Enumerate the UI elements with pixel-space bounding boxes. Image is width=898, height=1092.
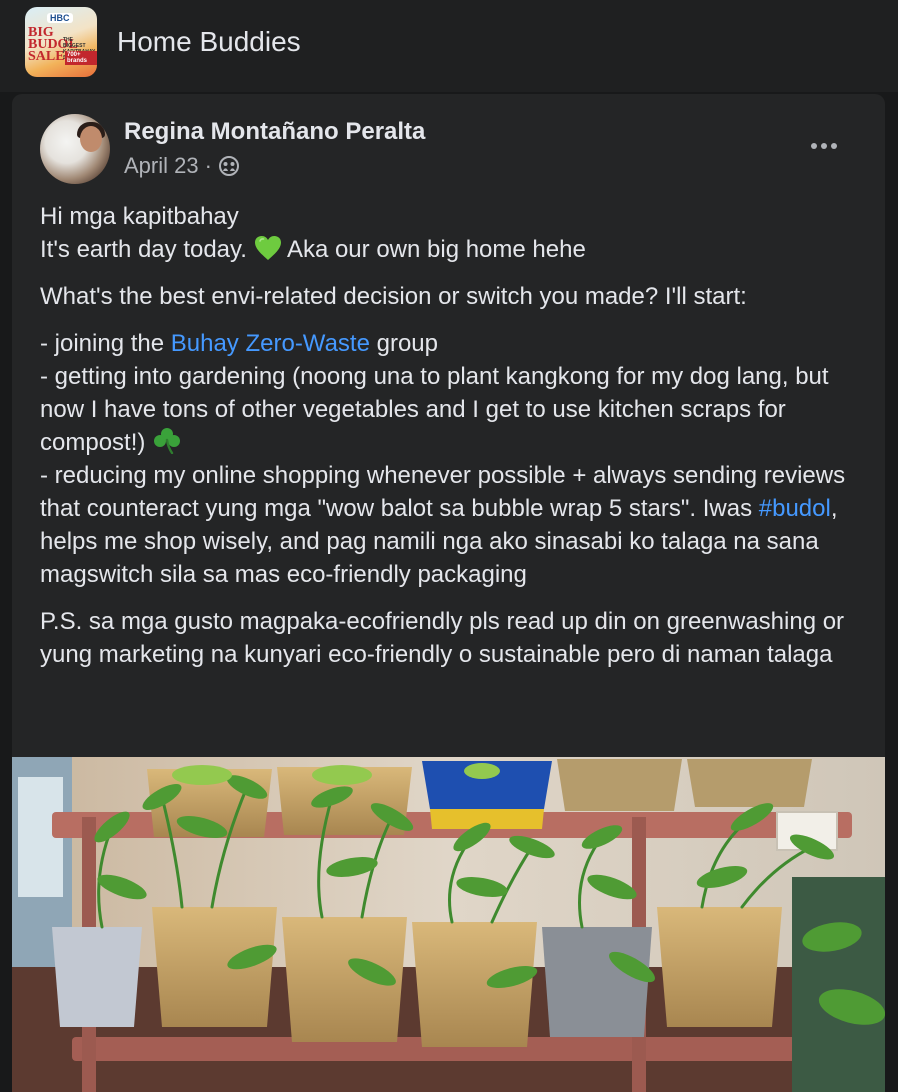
author-name[interactable]: Regina Montañano Peralta [124, 118, 425, 146]
avatar-face [80, 126, 102, 152]
post-paragraph-list: - joining the Buhay Zero-Waste group - g… [40, 327, 870, 591]
group-members-icon[interactable] [218, 155, 240, 177]
post-body: Hi mga kapitbahay It's earth day today. … [40, 200, 870, 685]
meta-separator: · [204, 153, 212, 178]
greeting-text: Hi mga kapitbahay [40, 203, 239, 230]
question-text: What's the best envi-related decision or… [40, 283, 747, 310]
post-card: Regina Montañano Peralta April 23 · Hi m… [12, 94, 885, 1092]
logo-text-brands: 700+ brands [65, 51, 97, 65]
list-item: - reducing my online shopping whenever p… [40, 462, 846, 588]
list-item: - joining the Buhay Zero-Waste group [40, 330, 438, 357]
post-date[interactable]: April 23 [124, 153, 199, 179]
green-heart-emoji [254, 236, 281, 260]
more-options-icon[interactable] [802, 131, 846, 161]
group-link[interactable]: Buhay Zero-Waste [171, 330, 370, 357]
earth-day-line: It's earth day today. Aka our own big ho… [40, 236, 586, 263]
avatar[interactable] [40, 114, 110, 184]
group-logo[interactable]: HBC BIG BUDOL SALE THE BIGGEST KAPITBAHA… [25, 7, 97, 77]
shamrock-emoji [154, 428, 181, 454]
post-photo[interactable] [12, 757, 885, 1092]
post-meta: April 23 · [124, 153, 240, 179]
ps-text: P.S. sa mga gusto magpaka-ecofriendly pl… [40, 608, 845, 668]
hashtag-link[interactable]: #budol [759, 495, 831, 522]
group-header: HBC BIG BUDOL SALE THE BIGGEST KAPITBAHA… [0, 0, 898, 92]
logo-text-hbc: HBC [47, 13, 73, 23]
group-name[interactable]: Home Buddies [117, 26, 301, 58]
post-paragraph-intro: Hi mga kapitbahay It's earth day today. … [40, 200, 870, 266]
list-item: - getting into gardening (noong una to p… [40, 363, 829, 456]
